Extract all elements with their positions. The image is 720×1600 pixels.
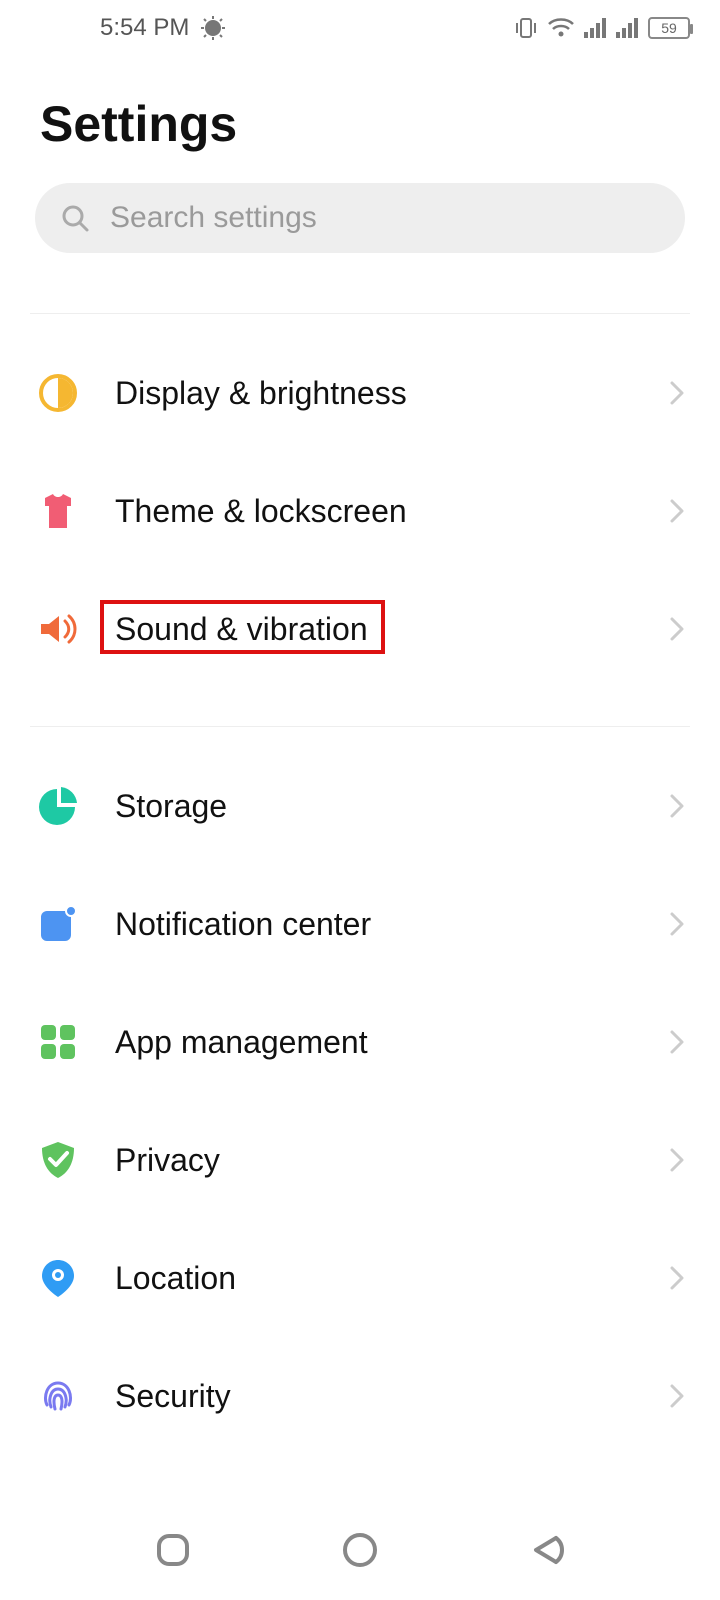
settings-item-storage[interactable]: Storage: [0, 747, 720, 865]
search-icon: [60, 203, 90, 233]
pie-icon: [35, 783, 81, 829]
battery-level: 59: [661, 20, 677, 36]
page-title: Settings: [40, 95, 680, 153]
settings-item-label: Storage: [115, 788, 669, 825]
settings-item-label: Location: [115, 1260, 669, 1297]
chevron-right-icon: [669, 380, 685, 406]
settings-item-label: Sound & vibration: [115, 611, 669, 648]
settings-item-label: Theme & lockscreen: [115, 493, 669, 530]
status-bar: 5:54 PM 59: [0, 0, 720, 55]
chevron-right-icon: [669, 1265, 685, 1291]
wifi-icon: [548, 18, 574, 38]
status-time: 5:54 PM: [100, 14, 189, 42]
chevron-right-icon: [669, 911, 685, 937]
settings-item-label: Display & brightness: [115, 375, 669, 412]
settings-item-location[interactable]: Location: [0, 1219, 720, 1337]
settings-item-security[interactable]: Security: [0, 1337, 720, 1455]
brightness-icon: [35, 370, 81, 416]
location-icon: [35, 1255, 81, 1301]
battery-icon: 59: [648, 17, 690, 39]
search-input[interactable]: Search settings: [35, 183, 685, 253]
chevron-right-icon: [669, 1029, 685, 1055]
search-container: Search settings: [0, 173, 720, 283]
signal-icon-2: [616, 18, 638, 38]
page-header: Settings: [0, 55, 720, 173]
status-right: 59: [514, 17, 690, 39]
nav-home-button[interactable]: [337, 1527, 383, 1573]
sun-icon: [201, 16, 225, 40]
settings-item-sound[interactable]: Sound & vibration: [0, 570, 720, 688]
vibrate-icon: [514, 17, 538, 39]
settings-item-label: Security: [115, 1378, 669, 1415]
chevron-right-icon: [669, 1147, 685, 1173]
apps-icon: [35, 1019, 81, 1065]
chevron-right-icon: [669, 498, 685, 524]
shield-icon: [35, 1137, 81, 1183]
shirt-icon: [35, 488, 81, 534]
status-left: 5:54 PM: [100, 14, 225, 42]
settings-item-label: Notification center: [115, 906, 669, 943]
signal-icon-1: [584, 18, 606, 38]
speaker-icon: [35, 606, 81, 652]
settings-item-theme[interactable]: Theme & lockscreen: [0, 452, 720, 570]
settings-item-label: App management: [115, 1024, 669, 1061]
settings-item-privacy[interactable]: Privacy: [0, 1101, 720, 1219]
navigation-bar: [0, 1500, 720, 1600]
fingerprint-icon: [35, 1373, 81, 1419]
notification-icon: [35, 901, 81, 947]
nav-recents-button[interactable]: [150, 1527, 196, 1573]
settings-item-display[interactable]: Display & brightness: [0, 334, 720, 452]
nav-back-button[interactable]: [524, 1527, 570, 1573]
settings-list: Display & brightness Theme & lockscreen So…: [0, 313, 720, 1463]
settings-item-label: Privacy: [115, 1142, 669, 1179]
chevron-right-icon: [669, 793, 685, 819]
chevron-right-icon: [669, 1383, 685, 1409]
search-placeholder: Search settings: [110, 201, 317, 235]
settings-item-notification[interactable]: Notification center: [0, 865, 720, 983]
settings-item-apps[interactable]: App management: [0, 983, 720, 1101]
chevron-right-icon: [669, 616, 685, 642]
